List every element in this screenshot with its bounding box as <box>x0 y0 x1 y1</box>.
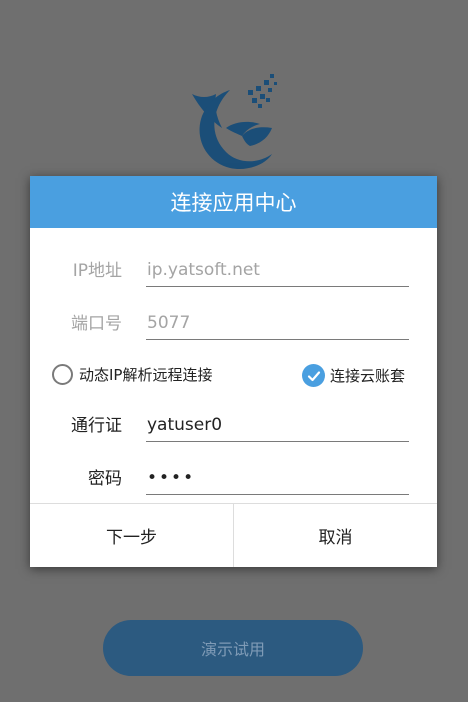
dynamic-ip-option[interactable]: 动态IP解析远程连接 <box>52 364 212 385</box>
port-row: 端口号 5077 <box>30 309 437 349</box>
dynamic-ip-radio[interactable] <box>52 364 73 385</box>
dialog-footer: 下一步 取消 <box>30 503 437 567</box>
cancel-label: 取消 <box>318 528 353 548</box>
next-button[interactable]: 下一步 <box>30 504 233 567</box>
password-label: 密码 <box>88 469 122 489</box>
next-label: 下一步 <box>106 528 157 548</box>
cloud-account-option[interactable]: 连接云账套 <box>302 364 405 387</box>
cancel-button[interactable]: 取消 <box>233 504 437 567</box>
password-input[interactable]: •••• <box>146 464 409 495</box>
port-field: 5077 <box>146 309 409 340</box>
password-row: 密码 •••• <box>30 464 437 504</box>
dialog-header: 连接应用中心 <box>30 176 437 228</box>
cloud-account-label: 连接云账套 <box>330 367 406 385</box>
port-label: 端口号 <box>71 314 122 334</box>
pass-input[interactable]: yatuser0 <box>146 411 409 442</box>
ip-field: ip.yatsoft.net <box>146 256 409 287</box>
cloud-account-checkbox[interactable] <box>302 364 325 387</box>
yatsoft-logo-icon <box>192 74 277 170</box>
pass-label: 通行证 <box>71 416 122 436</box>
checkmark-icon <box>307 370 320 381</box>
ip-row: IP地址 ip.yatsoft.net <box>30 256 437 296</box>
demo-trial-button[interactable]: 演示试用 <box>103 620 363 676</box>
dialog-title: 连接应用中心 <box>170 191 297 215</box>
pass-row: 通行证 yatuser0 <box>30 411 437 451</box>
ip-label: IP地址 <box>72 261 122 281</box>
connect-app-center-dialog: 连接应用中心 IP地址 ip.yatsoft.net 端口号 5077 动态IP… <box>30 176 437 567</box>
dynamic-ip-label: 动态IP解析远程连接 <box>79 366 213 384</box>
demo-trial-label: 演示试用 <box>200 640 265 659</box>
